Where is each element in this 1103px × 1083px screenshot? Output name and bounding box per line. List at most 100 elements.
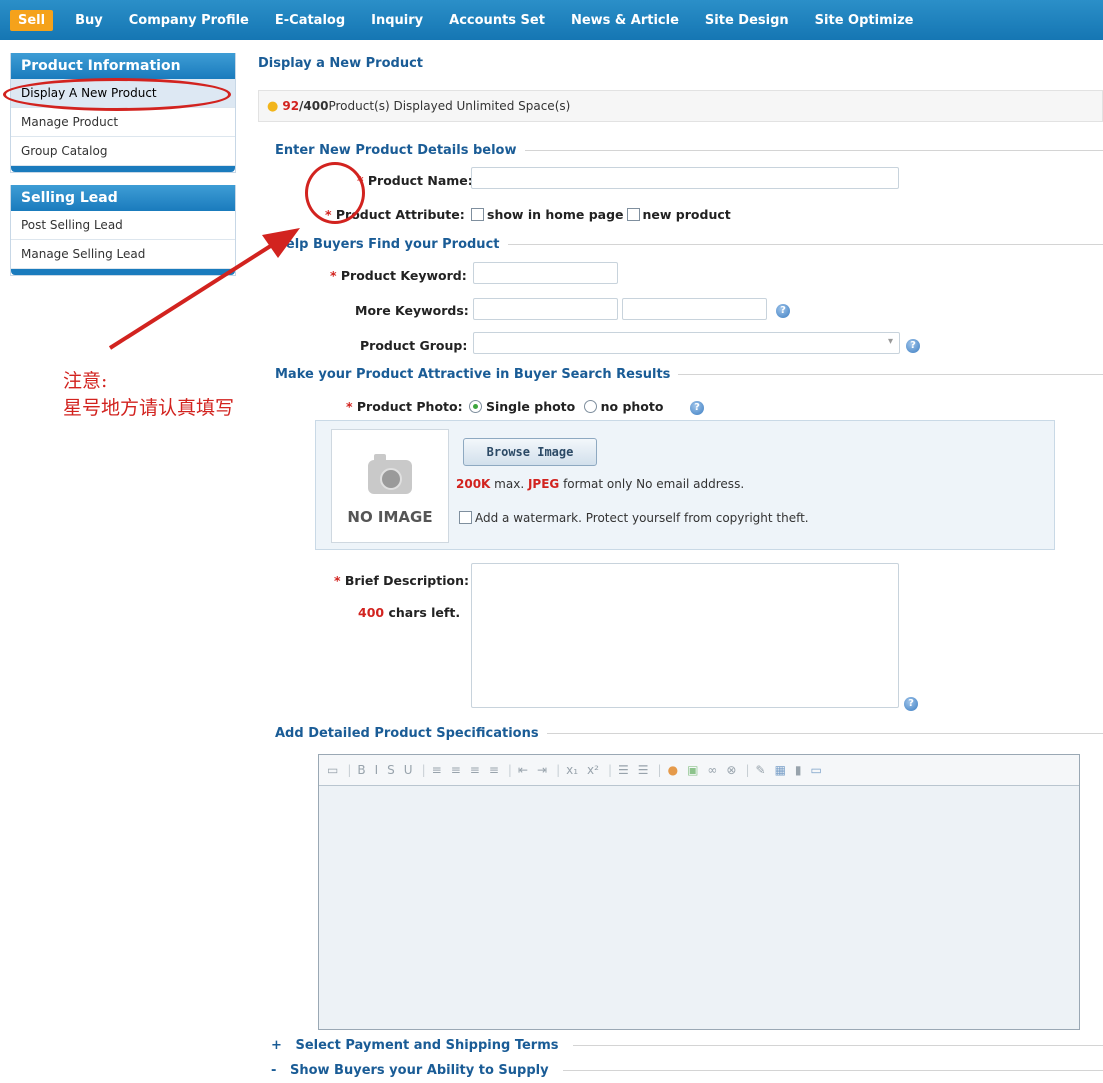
- unlink-icon[interactable]: ⊗: [726, 763, 736, 777]
- section-help-buyers: Help Buyers Find your Product: [275, 237, 1103, 252]
- underline-icon[interactable]: U: [404, 763, 413, 777]
- annotation-line-1: 注意:: [63, 370, 108, 392]
- more-keyword-input-1[interactable]: [473, 298, 618, 320]
- nav-e-catalog[interactable]: E-Catalog: [275, 13, 345, 28]
- italic-icon[interactable]: I: [375, 763, 379, 777]
- annotation-arrow: [108, 228, 300, 350]
- bold-icon[interactable]: B: [357, 763, 365, 777]
- section-attractive: Make your Product Attractive in Buyer Se…: [275, 367, 1103, 382]
- sidebar-item-manage-product[interactable]: Manage Product: [11, 108, 235, 137]
- page-title: Display a New Product: [258, 56, 424, 71]
- no-image-text: NO IMAGE: [347, 508, 433, 526]
- browse-image-button[interactable]: Browse Image: [463, 438, 597, 466]
- highlight-oval: [3, 78, 231, 111]
- source-icon[interactable]: ▭: [327, 763, 338, 777]
- product-photo-label: * Product Photo:: [346, 399, 463, 414]
- product-group-label: Product Group:: [360, 338, 468, 353]
- nav-site-design[interactable]: Site Design: [705, 13, 789, 28]
- product-group-select[interactable]: ▾: [473, 332, 900, 354]
- delete-icon[interactable]: ▮: [795, 763, 802, 777]
- bullet-list-icon[interactable]: ☰: [638, 763, 649, 777]
- ability-supply-toggle[interactable]: - Show Buyers your Ability to Supply: [271, 1063, 1103, 1078]
- product-count-text: Product(s) Displayed Unlimited Space(s): [328, 99, 571, 113]
- product-name-label: * Product Name:: [357, 173, 473, 188]
- product-attribute-options: show in home page new product: [468, 207, 731, 222]
- product-total: /400: [299, 99, 329, 113]
- help-icon[interactable]: ?: [906, 339, 920, 353]
- section-title: Add Detailed Product Specifications: [275, 726, 539, 741]
- nav-buy[interactable]: Buy: [75, 13, 103, 28]
- outdent-icon[interactable]: ⇤: [518, 763, 528, 777]
- nav-news-article[interactable]: News & Article: [571, 13, 679, 28]
- more-keywords-label: More Keywords:: [355, 303, 469, 318]
- annotation-note: 注意: 星号地方请认真填写: [63, 368, 234, 422]
- subscript-icon[interactable]: x₁: [566, 763, 578, 777]
- no-photo-radio[interactable]: [583, 400, 597, 413]
- product-keyword-label: * Product Keyword:: [330, 268, 467, 283]
- superscript-icon[interactable]: x²: [587, 763, 599, 777]
- brief-description-label: * Brief Description:: [334, 573, 469, 588]
- table-icon[interactable]: ▦: [775, 763, 786, 777]
- image-icon[interactable]: ▣: [687, 763, 698, 777]
- help-icon[interactable]: ?: [776, 304, 790, 318]
- sidebar-footer: [11, 166, 235, 172]
- lightbulb-icon: ●: [267, 98, 279, 114]
- color-icon[interactable]: ●: [668, 763, 678, 777]
- fullscreen-icon[interactable]: ▭: [811, 763, 822, 777]
- chars-left: 400 chars left.: [358, 605, 461, 620]
- no-photo-label: no photo: [600, 399, 664, 414]
- numbered-list-icon[interactable]: ☰: [618, 763, 629, 777]
- divider: [572, 1045, 1103, 1046]
- divider: [678, 374, 1103, 375]
- editor-body[interactable]: [319, 786, 1079, 1029]
- product-count-bar: ● 92 /400 Product(s) Displayed Unlimited…: [258, 90, 1103, 122]
- help-icon[interactable]: ?: [904, 697, 918, 711]
- brief-description-textarea[interactable]: [471, 563, 899, 708]
- sidebar-heading: Selling Lead: [11, 185, 235, 211]
- nav-company-profile[interactable]: Company Profile: [129, 13, 249, 28]
- section-title: Enter New Product Details below: [275, 143, 517, 158]
- single-photo-radio[interactable]: [469, 400, 482, 413]
- more-keyword-input-2[interactable]: [622, 298, 767, 320]
- link-icon[interactable]: ∞: [707, 763, 717, 777]
- rich-text-editor: ▭ | B I S U | ≡ ≡ ≡ ≡ | ⇤ ⇥ | x₁ x² | ☰ ☰ | ● …: [318, 754, 1080, 1030]
- sidebar-product-information: Product Information Display A New Produc…: [10, 53, 236, 173]
- strikethrough-icon[interactable]: S: [387, 763, 395, 777]
- help-icon[interactable]: ?: [690, 401, 704, 415]
- sidebar-heading: Product Information: [11, 53, 235, 79]
- spellcheck-icon[interactable]: ✎: [756, 763, 766, 777]
- payment-shipping-label: + Select Payment and Shipping Terms: [271, 1038, 559, 1053]
- align-center-icon[interactable]: ≡: [451, 763, 461, 777]
- nav-sell[interactable]: Sell: [10, 9, 54, 31]
- product-keyword-input[interactable]: [473, 262, 618, 284]
- image-placeholder: NO IMAGE: [331, 429, 449, 543]
- divider: [562, 1070, 1103, 1071]
- new-product-checkbox[interactable]: [626, 208, 640, 221]
- section-product-details: Enter New Product Details below: [275, 143, 1103, 158]
- chevron-down-icon: ▾: [887, 336, 893, 347]
- annotation-line-2: 星号地方请认真填写: [63, 397, 235, 419]
- section-title: Make your Product Attractive in Buyer Se…: [275, 367, 671, 382]
- show-home-checkbox[interactable]: [471, 208, 484, 221]
- photo-requirements: 200K max. JPEG format only No email addr…: [456, 477, 745, 491]
- align-right-icon[interactable]: ≡: [470, 763, 480, 777]
- sidebar-item-group-catalog[interactable]: Group Catalog: [11, 137, 235, 166]
- indent-icon[interactable]: ⇥: [537, 763, 547, 777]
- nav-inquiry[interactable]: Inquiry: [371, 13, 423, 28]
- align-justify-icon[interactable]: ≡: [489, 763, 499, 777]
- photo-upload-panel: NO IMAGE Browse Image 200K max. JPEG for…: [315, 420, 1055, 550]
- product-name-input[interactable]: [471, 167, 899, 189]
- nav-site-optimize[interactable]: Site Optimize: [815, 13, 914, 28]
- new-product-label: new product: [642, 207, 731, 222]
- watermark-label: Add a watermark. Protect yourself from c…: [475, 511, 809, 525]
- nav-accounts-set[interactable]: Accounts Set: [449, 13, 545, 28]
- divider: [507, 244, 1103, 245]
- editor-toolbar: ▭ | B I S U | ≡ ≡ ≡ ≡ | ⇤ ⇥ | x₁ x² | ☰ ☰ | ● …: [319, 755, 1079, 786]
- ability-supply-label: - Show Buyers your Ability to Supply: [271, 1063, 549, 1078]
- divider: [524, 150, 1103, 151]
- section-specifications: Add Detailed Product Specifications: [275, 726, 1103, 741]
- payment-shipping-toggle[interactable]: + Select Payment and Shipping Terms: [271, 1038, 1103, 1053]
- watermark-checkbox[interactable]: [459, 511, 472, 524]
- align-left-icon[interactable]: ≡: [432, 763, 442, 777]
- watermark-option: Add a watermark. Protect yourself from c…: [456, 511, 809, 525]
